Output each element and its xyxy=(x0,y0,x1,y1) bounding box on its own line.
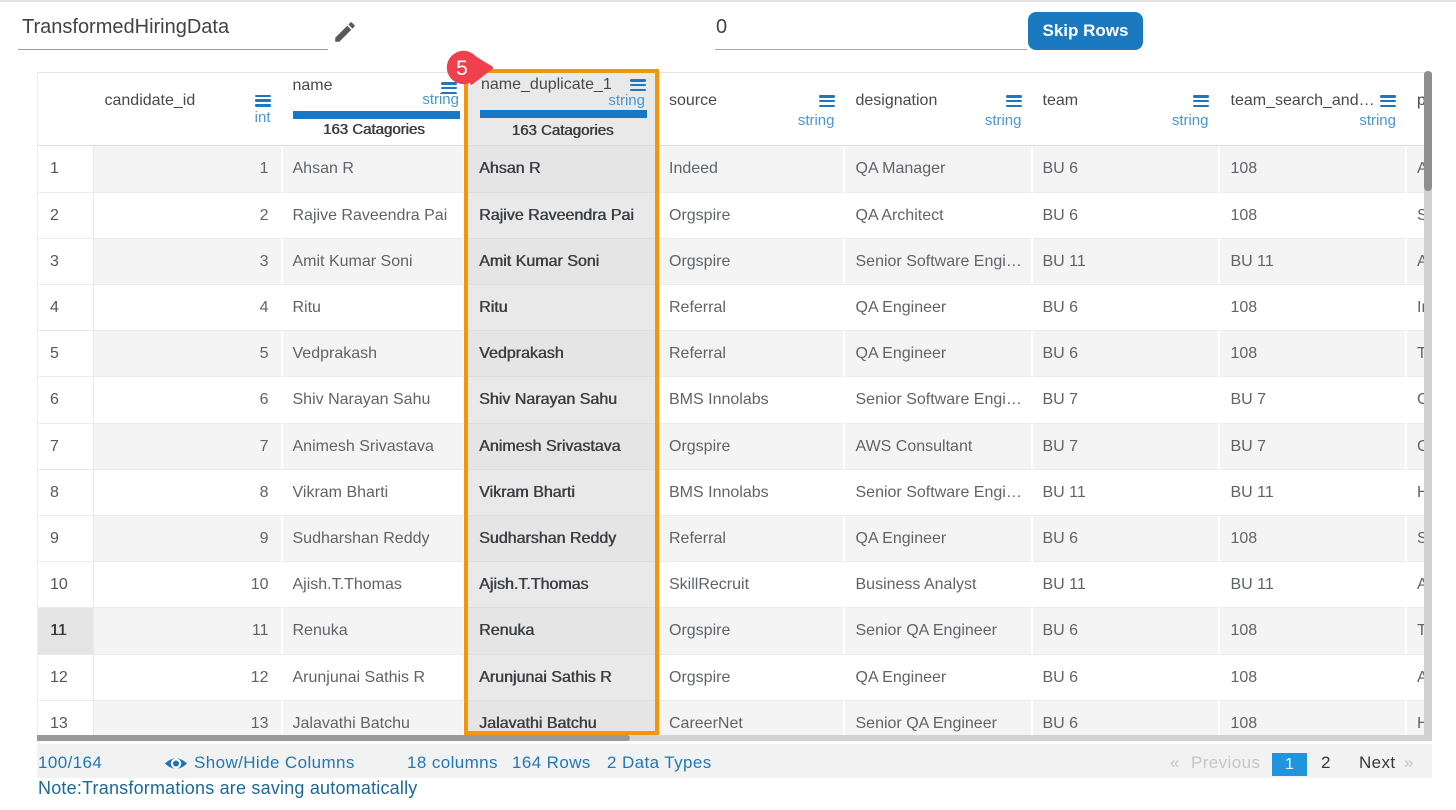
svg-text:5: 5 xyxy=(456,57,468,80)
